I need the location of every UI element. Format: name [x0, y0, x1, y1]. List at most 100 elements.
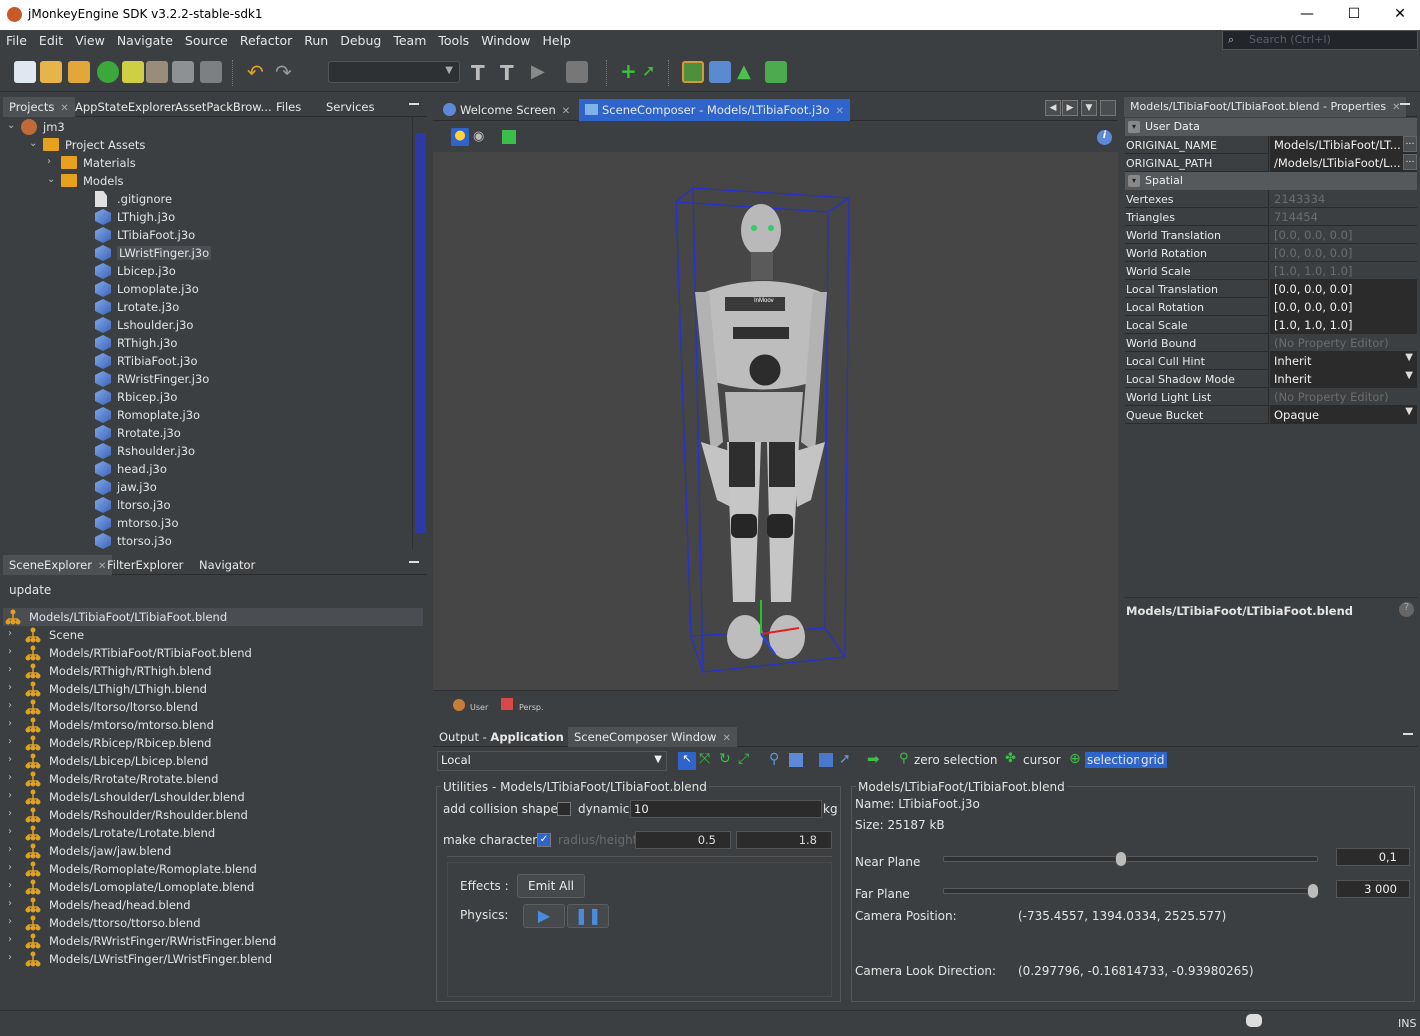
tree-item[interactable]: Romoplate.j3o	[3, 406, 403, 424]
tab-assetpackbrowser[interactable]: AssetPackBrow...	[169, 97, 278, 117]
mode-select[interactable]: Local ▼	[437, 751, 667, 771]
far-plane-slider[interactable]	[943, 883, 1319, 899]
clean-build-icon[interactable]: T	[500, 61, 522, 85]
3d-viewport[interactable]: InMoov	[433, 152, 1118, 690]
expand-arrow-icon[interactable]: ›	[8, 682, 12, 693]
download-icon[interactable]	[97, 61, 119, 83]
landscape-icon[interactable]: ▲	[737, 61, 759, 83]
close-icon[interactable]: ✕	[562, 106, 570, 117]
tree-item[interactable]: head.j3o	[3, 460, 403, 478]
run-icon[interactable]: ▶	[531, 61, 553, 83]
tree-item[interactable]: RTibiaFoot.j3o	[3, 352, 403, 370]
tree-item[interactable]: RWristFinger.j3o	[3, 370, 403, 388]
property-value[interactable]: Opaque ▼	[1270, 406, 1417, 424]
tab-output-application[interactable]: Output - Application	[433, 727, 570, 747]
expand-arrow-icon[interactable]: ›	[8, 952, 12, 963]
zero-selection-button[interactable]: zero selection	[914, 753, 997, 767]
tab-scenecomposer-window[interactable]: SceneComposer Window ✕	[568, 727, 737, 747]
projects-scrollbar[interactable]	[412, 117, 427, 549]
close-button[interactable]: ✕	[1377, 0, 1420, 30]
expand-arrow-icon[interactable]: ›	[8, 772, 12, 783]
tree-item[interactable]: .gitignore	[3, 190, 403, 208]
add-collision-checkbox[interactable]	[557, 802, 571, 816]
redo-icon[interactable]: ↷	[275, 61, 297, 83]
tab-list-icon[interactable]: ▼	[1081, 100, 1097, 116]
scene-node[interactable]: › Models/LThigh/LThigh.blend	[3, 680, 423, 698]
menu-run[interactable]: Run	[298, 30, 334, 48]
expand-arrow-icon[interactable]: ›	[8, 880, 12, 891]
tab-projects[interactable]: Projects ✕	[3, 97, 75, 117]
scene-node[interactable]: › Models/Lomoplate/Lomoplate.blend	[3, 878, 423, 896]
maximize-button[interactable]: ☐	[1331, 0, 1377, 30]
vehicle-icon[interactable]	[765, 61, 787, 83]
tree-item[interactable]: Lomoplate.j3o	[3, 280, 403, 298]
scene-node[interactable]: › Models/Rrotate/Rrotate.blend	[3, 770, 423, 788]
snap-icon[interactable]: ⚲	[769, 751, 779, 767]
info-icon[interactable]: i	[1097, 130, 1112, 145]
scrollbar-thumb[interactable]	[415, 133, 426, 533]
expand-arrow-icon[interactable]: ›	[8, 646, 12, 657]
expand-arrow-icon[interactable]: ›	[8, 700, 12, 711]
maximize-editor-icon[interactable]	[1100, 100, 1116, 116]
local-axis-icon[interactable]	[789, 753, 803, 767]
help-icon[interactable]: ?	[1399, 602, 1414, 617]
property-value[interactable]: Models/LTibiaFoot/LT...…	[1270, 136, 1417, 154]
scene-node[interactable]: › Models/head/head.blend	[3, 896, 423, 914]
height-spinner[interactable]: 1.8	[736, 831, 832, 849]
scene-node[interactable]: › Models/Lrotate/Lrotate.blend	[3, 824, 423, 842]
scene-node[interactable]: › Models/Romoplate/Romoplate.blend	[3, 860, 423, 878]
tree-item[interactable]: RThigh.j3o	[3, 334, 403, 352]
tree-item[interactable]: Lshoulder.j3o	[3, 316, 403, 334]
tree-item[interactable]: mtorso.j3o	[3, 514, 403, 532]
scene-node[interactable]: › Models/Rshoulder/Rshoulder.blend	[3, 806, 423, 824]
tree-item[interactable]: ⌄ Project Assets	[3, 136, 403, 154]
collapse-icon[interactable]: ▾	[1128, 121, 1140, 133]
configuration-select[interactable]: ▼	[328, 61, 460, 83]
menu-navigate[interactable]: Navigate	[111, 30, 179, 48]
image-icon[interactable]	[682, 61, 704, 83]
move-tool-icon[interactable]: ⤧	[699, 751, 710, 767]
grid-toggle[interactable]: grid	[1139, 752, 1167, 768]
tab-sceneexplorer[interactable]: SceneExplorer ✕	[3, 555, 113, 575]
property-value[interactable]: /Models/LTibiaFoot/L...…	[1270, 154, 1417, 172]
tab-appstateexplorer[interactable]: AppStateExplorer	[69, 97, 182, 117]
tree-item[interactable]: ⌄ jm3	[3, 118, 403, 136]
new-project-icon[interactable]	[40, 61, 62, 83]
scene-node[interactable]: › Models/Lshoulder/Lshoulder.blend	[3, 788, 423, 806]
save-icon[interactable]	[172, 61, 194, 83]
terrain-icon[interactable]	[709, 61, 731, 83]
radius-spinner[interactable]: 0.5	[635, 831, 731, 849]
eye-icon[interactable]: ◉	[473, 129, 484, 144]
select-tool-icon[interactable]: ↖	[678, 752, 696, 770]
menu-refactor[interactable]: Refactor	[234, 30, 298, 48]
expand-arrow-icon[interactable]: ›	[47, 156, 51, 167]
update-button[interactable]: update	[9, 583, 51, 597]
tab-properties[interactable]: Models/LTibiaFoot/LTibiaFoot.blend - Pro…	[1124, 97, 1407, 117]
tree-item[interactable]: Rrotate.j3o	[3, 424, 403, 442]
tab-files[interactable]: Files	[270, 97, 307, 117]
tab-scenecomposer[interactable]: SceneComposer - Models/LTibiaFoot.j3o ✕	[579, 99, 850, 121]
open-project-icon[interactable]	[68, 61, 90, 83]
debug-icon[interactable]	[566, 61, 588, 83]
property-value[interactable]: [0.0, 0.0, 0.0]	[1270, 298, 1417, 316]
build-icon[interactable]: T	[471, 61, 493, 85]
scene-node[interactable]: › Models/mtorso/mtorso.blend	[3, 716, 423, 734]
mass-input[interactable]: 10	[630, 800, 822, 818]
tab-filterexplorer[interactable]: FilterExplorer	[101, 555, 189, 575]
tree-item[interactable]: ⌄ Models	[3, 172, 403, 190]
move-to-icon[interactable]: ➚	[839, 751, 851, 767]
object-icon[interactable]	[819, 753, 833, 767]
undo-icon[interactable]: ↶	[247, 61, 269, 83]
new-file-icon[interactable]	[14, 61, 36, 83]
scene-root-node[interactable]: Models/LTibiaFoot/LTibiaFoot.blend	[3, 608, 423, 626]
minimize-panel-button[interactable]	[409, 557, 419, 563]
tree-item[interactable]: LWristFinger.j3o	[3, 244, 403, 262]
tab-welcome-screen[interactable]: Welcome Screen ✕	[437, 99, 576, 121]
tree-item[interactable]: Lbicep.j3o	[3, 262, 403, 280]
tab-navigator[interactable]: Navigator	[193, 555, 261, 575]
near-plane-knob[interactable]	[1114, 851, 1127, 867]
tree-item[interactable]: ttorso.j3o	[3, 532, 403, 549]
filter-icon[interactable]	[122, 61, 144, 83]
tree-item[interactable]: LThigh.j3o	[3, 208, 403, 226]
menu-debug[interactable]: Debug	[334, 30, 387, 48]
